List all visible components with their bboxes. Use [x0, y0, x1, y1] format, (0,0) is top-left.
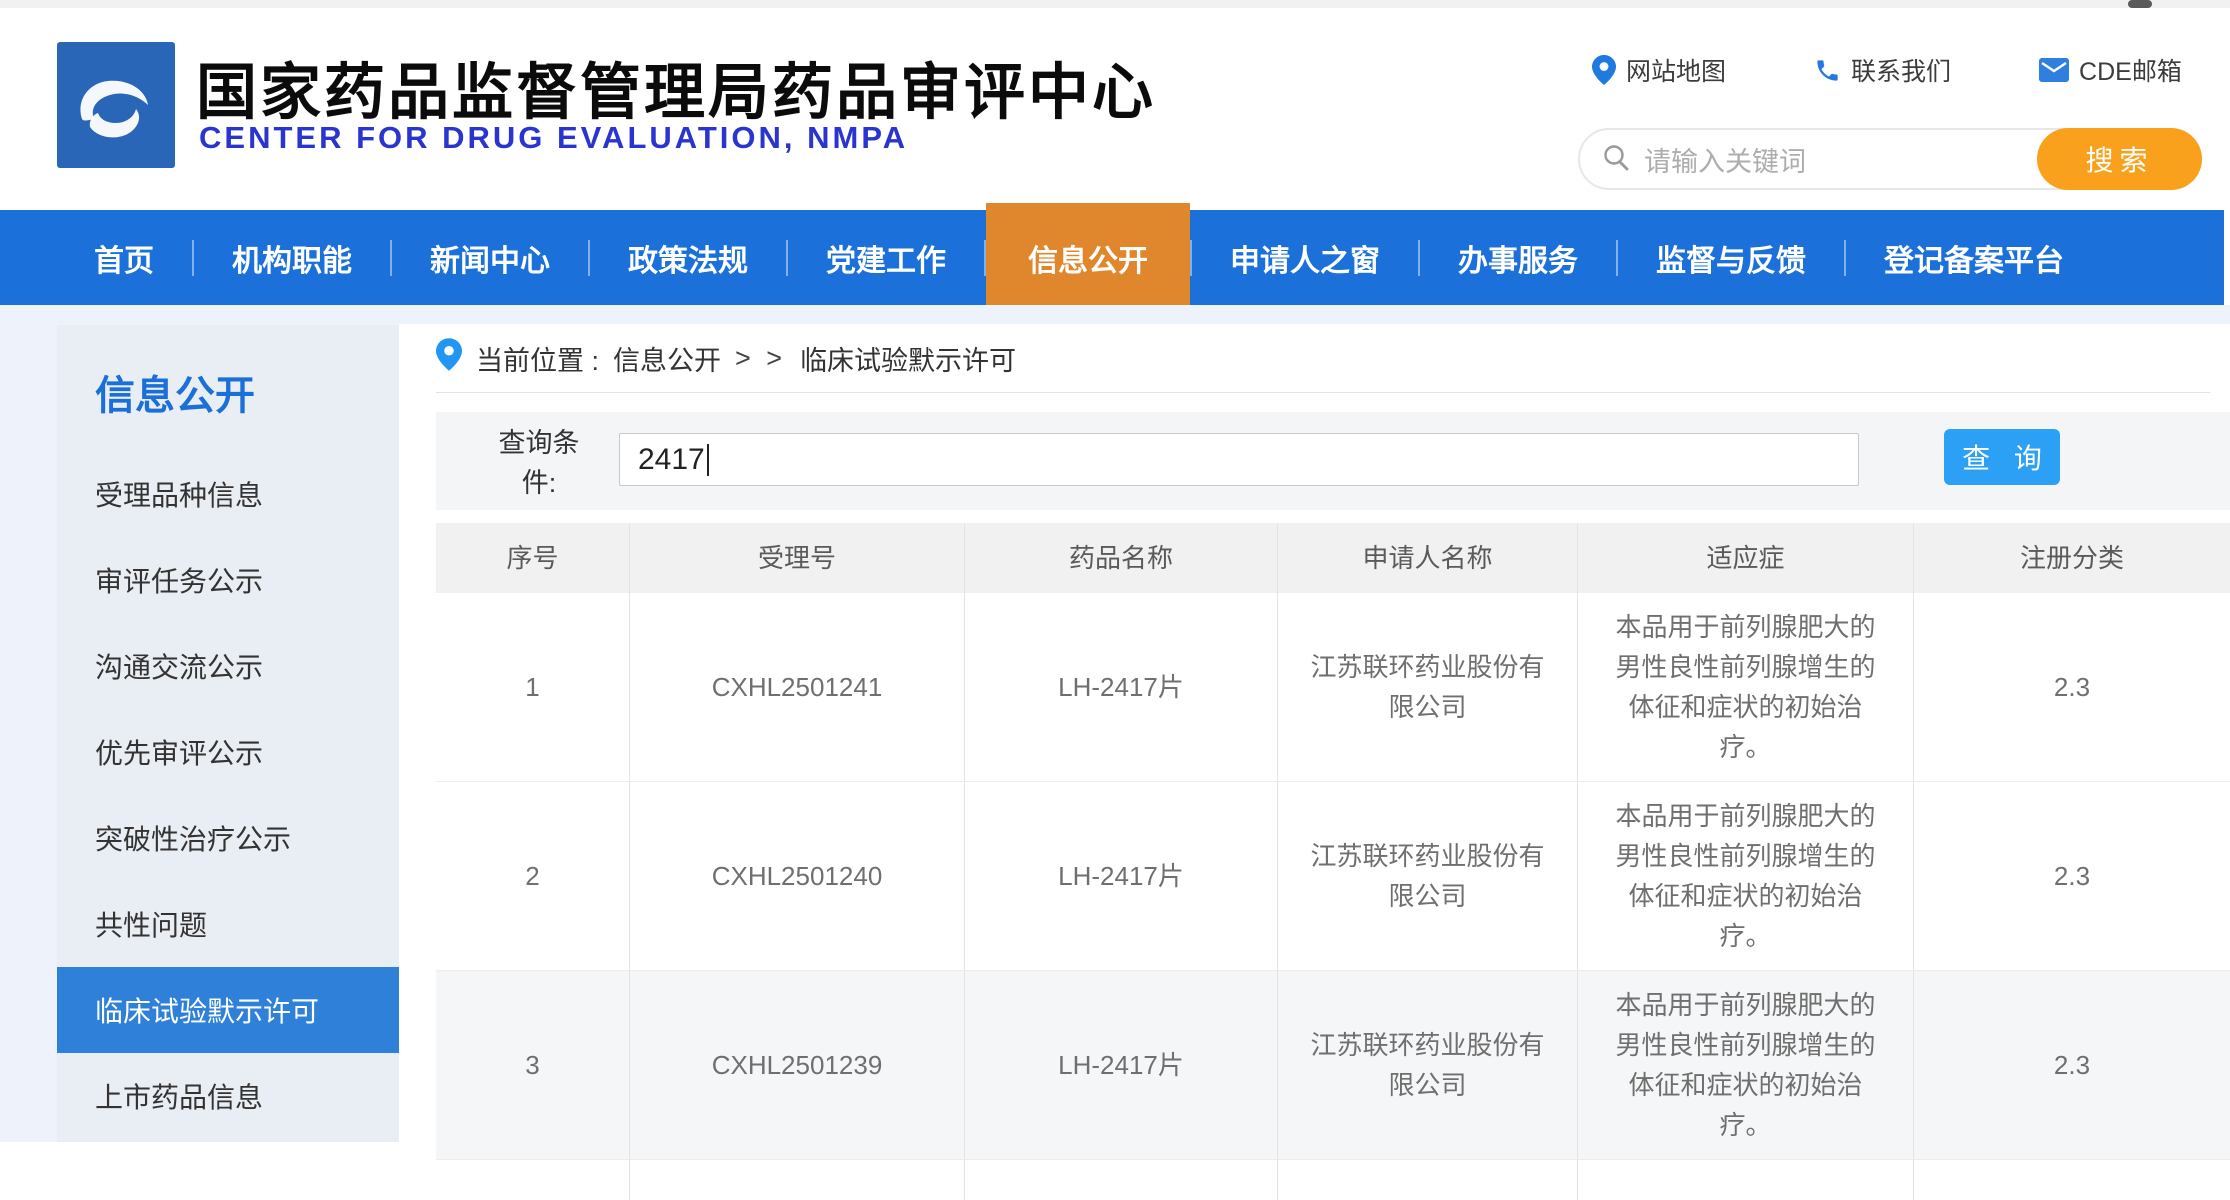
cde-mail-label: CDE邮箱 [2079, 52, 2182, 88]
table-body: 1CXHL2501241LH-2417片江苏联环药业股份有限公司本品用于前列腺肥… [436, 593, 2230, 1200]
top-scrollbar-track [0, 0, 2230, 8]
sidebar-item-1[interactable]: 受理品种信息 [57, 451, 400, 537]
query-input-value: 2417 [638, 443, 705, 477]
cell-reg-class: 2.3 [1914, 971, 2230, 1159]
breadcrumb-prefix: 当前位置 : [476, 339, 599, 378]
site-subtitle: CENTER FOR DRUG EVALUATION, NMPA [199, 120, 908, 156]
cell-seq: 1 [436, 593, 630, 781]
top-links: 网站地图 联系我们 CDE邮箱 [1592, 52, 2182, 88]
cell-accept-no: CXHL2501240 [630, 782, 965, 970]
location-pin-icon [436, 338, 462, 378]
table-row-partial [436, 1160, 2230, 1200]
sidebar-item-8[interactable]: 上市药品信息 [57, 1053, 400, 1139]
breadcrumb-current: 临床试验默示许可 [800, 339, 1016, 378]
cell-indication: 本品用于前列腺肥大的男性良性前列腺增生的体征和症状的初始治疗。 [1578, 593, 1914, 781]
column-header-6: 注册分类 [1914, 523, 2230, 593]
cell-seq: 3 [436, 971, 630, 1159]
column-header-5: 适应症 [1578, 523, 1914, 593]
sidebar-item-3[interactable]: 沟通交流公示 [57, 623, 400, 709]
sidebar: 信息公开 受理品种信息审评任务公示沟通交流公示优先审评公示突破性治疗公示共性问题… [57, 325, 400, 1142]
site-title: 国家药品监督管理局药品审评中心 [196, 42, 1156, 131]
breadcrumb-separator: > > [735, 343, 786, 374]
cde-mail-link[interactable]: CDE邮箱 [2039, 52, 2182, 88]
nav-item-4[interactable]: 政策法规 [590, 236, 786, 280]
table-row-3: 3CXHL2501239LH-2417片江苏联环药业股份有限公司本品用于前列腺肥… [436, 971, 2230, 1160]
site-header: 国家药品监督管理局药品审评中心 CENTER FOR DRUG EVALUATI… [0, 8, 2230, 210]
cell-indication: 本品用于前列腺肥大的男性良性前列腺增生的体征和症状的初始治疗。 [1578, 971, 1914, 1159]
cell-drug-name: LH-2417片 [965, 971, 1278, 1159]
cell-accept-no: CXHL2501241 [630, 593, 965, 781]
cell-applicant: 江苏联环药业股份有限公司 [1278, 971, 1578, 1159]
cell-empty [1578, 1160, 1914, 1200]
nav-item-3[interactable]: 新闻中心 [392, 236, 588, 280]
sidebar-item-5[interactable]: 突破性治疗公示 [57, 795, 400, 881]
cell-reg-class: 2.3 [1914, 593, 2230, 781]
content-area: 信息公开 受理品种信息审评任务公示沟通交流公示优先审评公示突破性治疗公示共性问题… [0, 305, 2230, 1142]
cell-empty [436, 1160, 630, 1200]
site-search: 请输入关键词 搜索 [1578, 128, 2202, 190]
cde-fish-logo-icon [57, 42, 175, 168]
nav-item-1[interactable]: 首页 [56, 236, 192, 280]
cell-empty [965, 1160, 1278, 1200]
sitemap-label: 网站地图 [1626, 52, 1726, 88]
sidebar-item-7[interactable]: 临床试验默示许可 [57, 967, 400, 1053]
sidebar-item-4[interactable]: 优先审评公示 [57, 709, 400, 795]
cell-empty [630, 1160, 965, 1200]
cell-seq: 2 [436, 782, 630, 970]
table-row-1: 1CXHL2501241LH-2417片江苏联环药业股份有限公司本品用于前列腺肥… [436, 593, 2230, 782]
query-button[interactable]: 查 询 [1944, 429, 2060, 485]
site-search-placeholder: 请输入关键词 [1644, 140, 1806, 179]
sidebar-list: 受理品种信息审评任务公示沟通交流公示优先审评公示突破性治疗公示共性问题临床试验默… [57, 451, 400, 1139]
query-panel: 查询条 件: 2417 查 询 [436, 412, 2230, 510]
cell-empty [1278, 1160, 1578, 1200]
column-header-3: 药品名称 [965, 523, 1278, 593]
main-panel: 当前位置 : 信息公开 > > 临床试验默示许可 查询条 件: 2417 查 询… [399, 324, 2230, 1142]
breadcrumb-section[interactable]: 信息公开 [613, 339, 721, 378]
main-nav: 首页机构职能新闻中心政策法规党建工作信息公开申请人之窗办事服务监督与反馈登记备案… [0, 210, 2224, 305]
cell-empty [1914, 1160, 2230, 1200]
cell-accept-no: CXHL2501239 [630, 971, 965, 1159]
sidebar-item-2[interactable]: 审评任务公示 [57, 537, 400, 623]
nav-item-8[interactable]: 办事服务 [1420, 236, 1616, 280]
cell-reg-class: 2.3 [1914, 782, 2230, 970]
contact-label: 联系我们 [1851, 52, 1951, 88]
text-caret [707, 444, 709, 476]
nav-item-7[interactable]: 申请人之窗 [1192, 236, 1418, 280]
site-search-button[interactable]: 搜索 [2037, 128, 2202, 190]
nav-item-2[interactable]: 机构职能 [194, 236, 390, 280]
cell-drug-name: LH-2417片 [965, 782, 1278, 970]
mail-icon [2039, 58, 2069, 82]
cell-indication: 本品用于前列腺肥大的男性良性前列腺增生的体征和症状的初始治疗。 [1578, 782, 1914, 970]
top-scrollbar-thumb[interactable] [2128, 0, 2152, 8]
column-header-4: 申请人名称 [1278, 523, 1578, 593]
table-row-2: 2CXHL2501240LH-2417片江苏联环药业股份有限公司本品用于前列腺肥… [436, 782, 2230, 971]
cell-applicant: 江苏联环药业股份有限公司 [1278, 782, 1578, 970]
cell-drug-name: LH-2417片 [965, 593, 1278, 781]
result-table: 序号受理号药品名称申请人名称适应症注册分类 1CXHL2501241LH-241… [436, 523, 2230, 1200]
nav-item-5[interactable]: 党建工作 [788, 236, 984, 280]
query-condition-label: 查询条 件: [484, 423, 594, 503]
sidebar-title: 信息公开 [57, 325, 400, 429]
cell-applicant: 江苏联环药业股份有限公司 [1278, 593, 1578, 781]
nav-item-10[interactable]: 登记备案平台 [1846, 236, 2102, 280]
column-header-1: 序号 [436, 523, 630, 593]
nav-item-9[interactable]: 监督与反馈 [1618, 236, 1844, 280]
nav-item-6[interactable]: 信息公开 [986, 203, 1190, 313]
location-pin-icon [1592, 55, 1616, 85]
sitemap-link[interactable]: 网站地图 [1592, 52, 1726, 88]
query-condition-input[interactable]: 2417 [619, 433, 1859, 486]
contact-link[interactable]: 联系我们 [1814, 52, 1951, 88]
breadcrumb: 当前位置 : 信息公开 > > 临床试验默示许可 [436, 324, 2210, 393]
sidebar-item-6[interactable]: 共性问题 [57, 881, 400, 967]
magnifier-icon [1602, 143, 1630, 176]
column-header-2: 受理号 [630, 523, 965, 593]
phone-icon [1814, 57, 1841, 84]
table-header-row: 序号受理号药品名称申请人名称适应症注册分类 [436, 523, 2230, 593]
